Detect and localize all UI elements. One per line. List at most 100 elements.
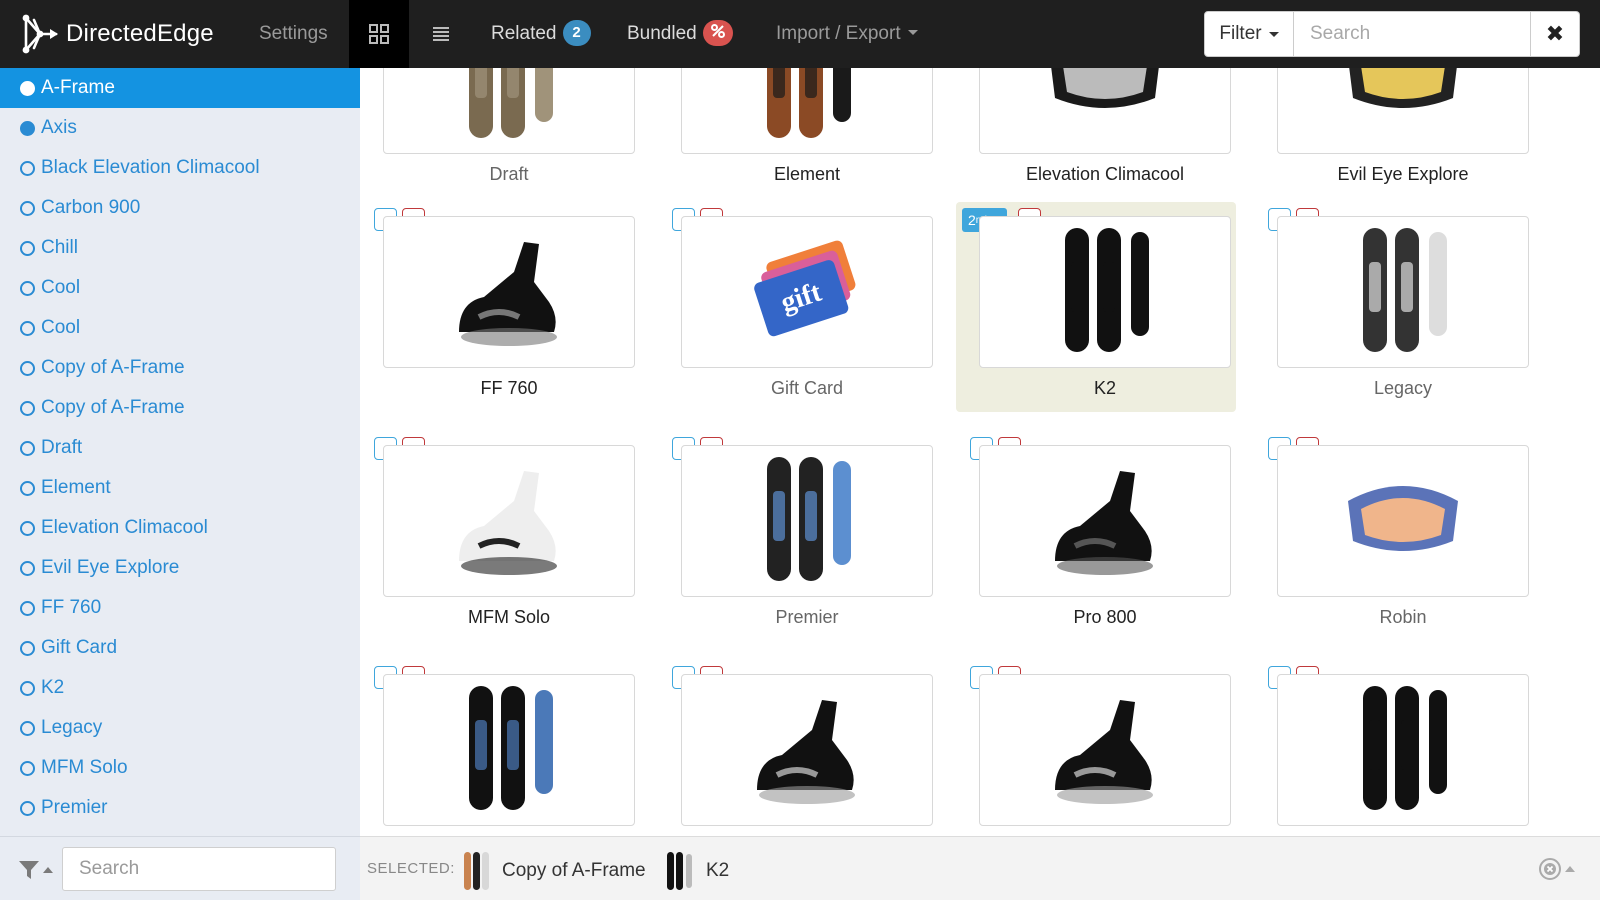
brand-name: DirectedEdge [66, 20, 214, 47]
sidebar-item[interactable]: FF 760 [0, 588, 360, 628]
sidebar-item[interactable]: Black Elevation Climacool [0, 148, 360, 188]
sidebar-item-label: Copy of A-Frame [41, 397, 185, 418]
sidebar-item-label: Cool [41, 277, 81, 298]
circle-outline-icon [20, 520, 35, 536]
sidebar-item-label: MFM Solo [41, 757, 128, 778]
sidebar-item[interactable]: A-Frame [0, 68, 360, 108]
product-card[interactable] [1277, 216, 1529, 368]
product-sidebar: A-Frame Axis Black Elevation Climacool Carb… [0, 68, 360, 836]
product-card[interactable] [1277, 68, 1529, 154]
filter-dropdown-button[interactable]: Filter [1204, 11, 1294, 57]
product-card[interactable] [1277, 445, 1529, 597]
nav-bundled-tab[interactable]: Bundled [627, 0, 733, 68]
product-card[interactable] [979, 68, 1231, 154]
product-card[interactable] [979, 445, 1231, 597]
product-name: Pro 800 [1073, 607, 1137, 627]
sidebar-item[interactable]: Legacy [0, 708, 360, 748]
sidebar-item-label: Chill [41, 237, 78, 258]
import-export-label: Import / Export [776, 23, 901, 44]
binding-icon [439, 222, 579, 363]
sidebar-item[interactable]: Copy of A-Frame [0, 348, 360, 388]
product-card[interactable] [383, 68, 635, 154]
sidebar-item[interactable]: Cool [0, 268, 360, 308]
product-card[interactable]: gift [681, 216, 933, 368]
product-cell: gift Gift Card [658, 202, 938, 412]
sidebar-item-label: Legacy [41, 717, 103, 738]
sidebar-item[interactable]: Element [0, 468, 360, 508]
product-cell [658, 660, 938, 836]
clear-search-button[interactable]: ✖ [1531, 11, 1580, 57]
sidebar-item[interactable]: Gift Card [0, 628, 360, 668]
rank-number: 2 [968, 212, 976, 228]
funnel-icon [19, 861, 39, 879]
product-name: Premier [775, 607, 839, 627]
product-name: Legacy [1373, 378, 1433, 398]
sidebar-item-label: Cool [41, 317, 81, 338]
sidebar-item-label: Black Elevation Climacool [41, 157, 260, 178]
grid-view-button[interactable] [349, 0, 409, 68]
sidebar-item[interactable]: Carbon 900 [0, 188, 360, 228]
product-cell: Evil Eye Explore [1254, 68, 1534, 198]
sidebar-item[interactable]: Elevation Climacool [0, 508, 360, 548]
top-search-input[interactable] [1294, 11, 1531, 57]
product-cell [956, 660, 1236, 836]
caret-down-icon [1268, 31, 1279, 37]
product-name: Robin [1379, 607, 1427, 627]
circle-filled-icon [20, 80, 35, 96]
product-name: Draft [489, 164, 529, 184]
product-card[interactable] [979, 216, 1231, 368]
selected-items-bar: SELECTED: Copy of A-Frame K2 [360, 836, 1600, 900]
sidebar-item[interactable]: Premier [0, 788, 360, 828]
circle-outline-icon [20, 400, 35, 416]
sidebar-filter-toggle[interactable] [18, 858, 58, 882]
sidebar-item[interactable]: Cool [0, 308, 360, 348]
product-cell: Legacy [1254, 202, 1534, 412]
product-card[interactable] [681, 674, 933, 826]
sidebar-item-label: Element [41, 477, 111, 498]
sidebar-item[interactable]: Copy of A-Frame [0, 388, 360, 428]
binding-icon [1035, 680, 1175, 821]
bundled-label: Bundled [627, 23, 697, 44]
circle-outline-icon [20, 560, 35, 576]
circle-outline-icon [20, 240, 35, 256]
sidebar-item[interactable]: Draft [0, 428, 360, 468]
sidebar-search-input[interactable] [62, 847, 336, 891]
selected-item[interactable]: Copy of A-Frame [458, 851, 646, 891]
sidebar-item[interactable]: Chill [0, 228, 360, 268]
snowboard-icon [1035, 222, 1175, 363]
product-card[interactable] [1277, 674, 1529, 826]
product-name: Elevation Climacool [1025, 164, 1185, 184]
sidebar-item[interactable]: Axis [0, 108, 360, 148]
sidebar-item-label: A-Frame [41, 77, 115, 98]
sidebar-item[interactable]: Evil Eye Explore [0, 548, 360, 588]
caret-down-icon [907, 30, 918, 35]
circle-outline-icon [20, 720, 35, 736]
circle-outline-icon [20, 680, 35, 696]
circle-outline-icon [20, 320, 35, 336]
list-view-button[interactable] [411, 0, 471, 68]
product-card[interactable] [979, 674, 1231, 826]
nav-related-tab[interactable]: Related 2 [491, 0, 591, 68]
nav-settings-link[interactable]: Settings [259, 0, 328, 68]
grid-view-icon [369, 24, 389, 44]
product-cell: Premier [658, 431, 938, 641]
related-count-badge: 2 [562, 20, 591, 46]
selected-item[interactable]: K2 [662, 851, 729, 891]
sidebar-item[interactable]: K2 [0, 668, 360, 708]
import-export-menu[interactable]: Import / Export [776, 0, 918, 68]
sidebar-item[interactable]: MFM Solo [0, 748, 360, 788]
selection-options-button[interactable] [1538, 857, 1582, 881]
related-label: Related [491, 23, 557, 44]
selected-label: SELECTED: [367, 860, 455, 877]
circle-outline-icon [20, 480, 35, 496]
selected-item-name: K2 [706, 860, 730, 881]
product-card[interactable] [383, 216, 635, 368]
product-cell: Pro 800 [956, 431, 1236, 641]
brand-logo[interactable]: DirectedEdge [20, 12, 214, 56]
product-card[interactable] [681, 68, 933, 154]
sidebar-item-label: Carbon 900 [41, 197, 141, 218]
product-card[interactable] [383, 674, 635, 826]
product-card[interactable] [681, 445, 933, 597]
product-card[interactable] [383, 445, 635, 597]
circle-outline-icon [20, 360, 35, 376]
